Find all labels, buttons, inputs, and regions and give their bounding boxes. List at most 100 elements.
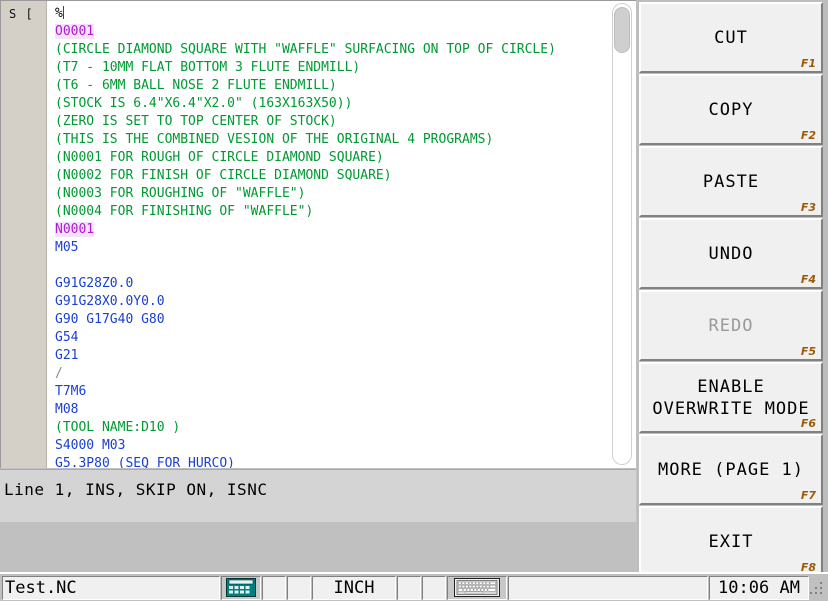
application-window: S [ % O0001 (CIRCLE DIAMOND SQUARE WITH "W… (0, 0, 828, 601)
code-line[interactable]: G91G28Z0.0 (55, 275, 636, 293)
code-line[interactable]: (T7 - 10MM FLAT BOTTOM 3 FLUTE ENDMILL) (55, 59, 636, 77)
softkey-fkey-label: F6 (800, 417, 816, 430)
units-label: INCH (333, 577, 375, 598)
softkey-fkey-label: F7 (800, 489, 816, 502)
program-editor-panel[interactable]: S [ % O0001 (CIRCLE DIAMOND SQUARE WITH "W… (0, 0, 636, 468)
softkey-paste[interactable]: PASTE F3 (639, 146, 823, 217)
editor-gutter: S [ (1, 1, 47, 468)
code-line-text: (N0001 FOR ROUGH OF CIRCLE DIAMOND SQUAR… (55, 150, 384, 165)
code-line-text: G91G28X0.0Y0.0 (55, 294, 165, 309)
code-line[interactable]: (THIS IS THE COMBINED VESION OF THE ORIG… (55, 131, 636, 149)
softkey-fkey-label: F1 (800, 57, 816, 70)
code-line[interactable]: % (55, 5, 636, 23)
softkey-label: CUT (714, 27, 748, 48)
code-line-text: (CIRCLE DIAMOND SQUARE WITH "WAFFLE" SUR… (55, 42, 556, 57)
code-line-text: G21 (55, 348, 79, 363)
lower-filler-area (0, 522, 636, 571)
code-line[interactable]: M05 (55, 239, 636, 257)
code-line-text: G54 (55, 330, 79, 345)
editor-status-line: Line 1, INS, SKIP ON, ISNC (0, 469, 636, 522)
softkey-fkey-label: F5 (800, 345, 816, 358)
code-line-text: G5.3P80 (SEQ FOR HURCO) (55, 456, 236, 468)
code-line-text: (T6 - 6MM BALL NOSE 2 FLUTE ENDMILL) (55, 78, 337, 93)
code-line[interactable]: (T6 - 6MM BALL NOSE 2 FLUTE ENDMILL) (55, 77, 636, 95)
taskbar-filename[interactable]: Test.NC (2, 575, 220, 600)
text-cursor (62, 6, 64, 19)
softkey-undo[interactable]: UNDO F4 (639, 218, 823, 289)
calculator-icon[interactable] (221, 575, 261, 600)
window-resize-grip[interactable] (810, 576, 826, 600)
softkey-fkey-label: F3 (800, 201, 816, 214)
taskbar-clock: 10:06 AM (709, 575, 809, 600)
code-line-text: (N0003 FOR ROUGHING OF "WAFFLE") (55, 186, 306, 201)
code-line-text: G90 G17G40 G80 (55, 312, 165, 327)
gutter-label: S [ (9, 7, 34, 21)
taskbar-slot-3[interactable] (397, 575, 421, 600)
code-line-text: (N0004 FOR FINISHING OF "WAFFLE") (55, 204, 314, 219)
units-indicator[interactable]: INCH (312, 575, 396, 600)
code-line-text: (T7 - 10MM FLAT BOTTOM 3 FLUTE ENDMILL) (55, 60, 361, 75)
code-line[interactable]: O0001 (55, 23, 636, 41)
editor-vertical-scrollbar[interactable] (612, 3, 632, 465)
keyboard-icon-glyph (454, 578, 500, 597)
code-line[interactable]: M08 (55, 401, 636, 419)
softkey-label: UNDO (708, 243, 754, 264)
code-line[interactable]: (N0003 FOR ROUGHING OF "WAFFLE") (55, 185, 636, 203)
code-line-text: (STOCK IS 6.4"X6.4"X2.0" (163X163X50)) (55, 96, 353, 111)
code-line-text: / (55, 366, 63, 381)
code-line[interactable]: T7M6 (55, 383, 636, 401)
code-line-text: (ZERO IS SET TO TOP CENTER OF STOCK) (55, 114, 337, 129)
softkey-redo: REDO F5 (639, 290, 823, 361)
code-text-area[interactable]: % O0001 (CIRCLE DIAMOND SQUARE WITH "WAFFL… (48, 1, 636, 468)
softkey-fkey-label: F4 (800, 273, 816, 286)
code-line-text: S4000 M03 (55, 438, 126, 453)
taskbar-slot-2[interactable] (287, 575, 311, 600)
scrollbar-thumb[interactable] (614, 7, 630, 53)
code-line-text: G91G28Z0.0 (55, 276, 134, 291)
code-line-text: (THIS IS THE COMBINED VESION OF THE ORIG… (55, 132, 494, 147)
calculator-icon-glyph (226, 578, 256, 597)
code-line[interactable]: (N0004 FOR FINISHING OF "WAFFLE") (55, 203, 636, 221)
code-line-text: M08 (55, 402, 79, 417)
softkey-enable-overwrite-mode[interactable]: ENABLE OVERWRITE MODE F6 (639, 362, 823, 433)
code-line[interactable]: N0001 (55, 221, 636, 239)
code-line-text: O0001 (55, 24, 95, 39)
softkey-column: CUT F1 COPY F2 PASTE F3 UNDO F4 REDO F5 ENABLE OVE… (637, 0, 828, 577)
code-line[interactable]: S4000 M03 (55, 437, 636, 455)
code-line-text: (N0002 FOR FINISH OF CIRCLE DIAMOND SQUA… (55, 168, 392, 183)
softkey-label: ENABLE OVERWRITE MODE (652, 376, 810, 419)
filename-label: Test.NC (5, 577, 77, 598)
code-line[interactable]: (TOOL NAME:D10 ) (55, 419, 636, 437)
code-line[interactable]: G21 (55, 347, 636, 365)
softkey-copy[interactable]: COPY F2 (639, 74, 823, 145)
softkey-label: REDO (708, 315, 754, 336)
code-line[interactable]: (CIRCLE DIAMOND SQUARE WITH "WAFFLE" SUR… (55, 41, 636, 59)
softkey-more-page-1[interactable]: MORE (PAGE 1) F7 (639, 434, 823, 505)
taskbar-slot-5[interactable] (508, 575, 708, 600)
code-line[interactable]: G5.3P80 (SEQ FOR HURCO) (55, 455, 636, 468)
code-line-text: (TOOL NAME:D10 ) (55, 420, 181, 435)
code-line[interactable]: G54 (55, 329, 636, 347)
code-line-text: % (55, 6, 63, 21)
softkey-exit[interactable]: EXIT F8 (639, 506, 823, 577)
softkey-label: PASTE (702, 171, 760, 192)
code-line-text: T7M6 (55, 384, 87, 399)
code-line[interactable]: G90 G17G40 G80 (55, 311, 636, 329)
softkey-label: EXIT (708, 531, 754, 552)
code-line-text: N0001 (55, 222, 95, 237)
taskbar-slot-1[interactable] (262, 575, 286, 600)
code-line[interactable]: / (55, 365, 636, 383)
status-taskbar: Test.NC INCH 10:06 AM (0, 572, 828, 601)
code-line[interactable] (55, 257, 636, 275)
code-line[interactable]: (N0002 FOR FINISH OF CIRCLE DIAMOND SQUA… (55, 167, 636, 185)
clock-label: 10:06 AM (718, 577, 800, 598)
softkey-cut[interactable]: CUT F1 (639, 2, 823, 73)
taskbar-slot-4[interactable] (422, 575, 446, 600)
softkey-label: MORE (PAGE 1) (657, 459, 805, 480)
keyboard-icon[interactable] (447, 575, 507, 600)
code-line[interactable]: G91G28X0.0Y0.0 (55, 293, 636, 311)
code-line[interactable]: (N0001 FOR ROUGH OF CIRCLE DIAMOND SQUAR… (55, 149, 636, 167)
code-line[interactable]: (ZERO IS SET TO TOP CENTER OF STOCK) (55, 113, 636, 131)
code-line[interactable]: (STOCK IS 6.4"X6.4"X2.0" (163X163X50)) (55, 95, 636, 113)
